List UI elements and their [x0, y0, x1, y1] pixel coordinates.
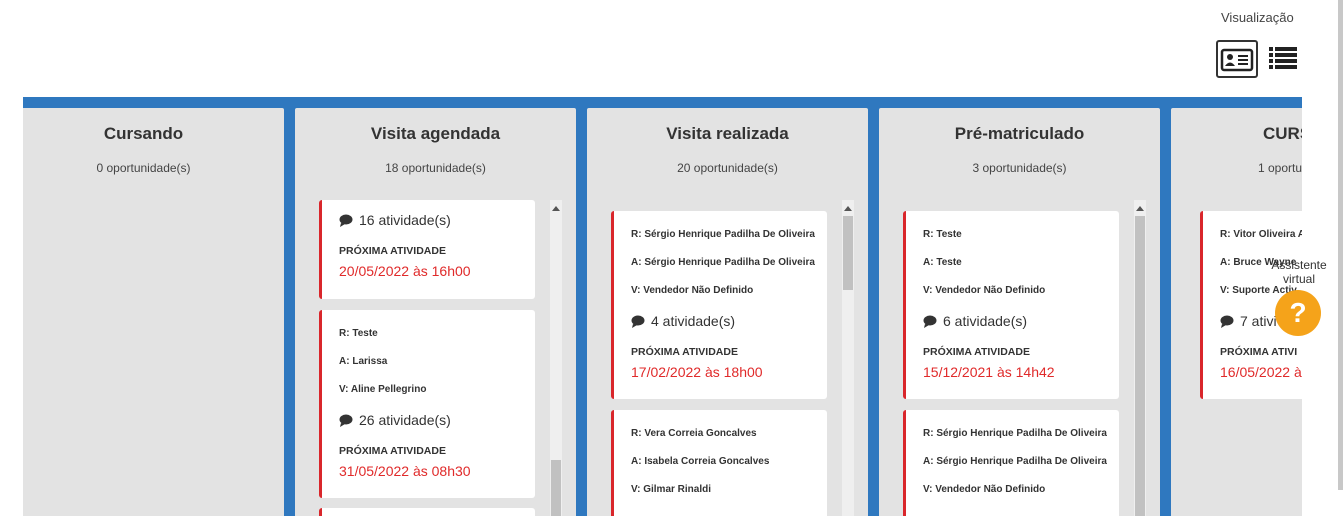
comment-icon: [339, 214, 353, 227]
seller-line: V: Gilmar Rinaldi: [631, 484, 712, 495]
scroll-thumb[interactable]: [843, 216, 853, 290]
page-scrollbar[interactable]: [1338, 0, 1343, 490]
responsible-line: R: Sérgio Henrique Padilha De Oliveira: [631, 229, 815, 240]
help-icon[interactable]: ?: [1275, 290, 1321, 336]
seller-line: V: Vendedor Não Definido: [923, 484, 1046, 495]
opportunity-card[interactable]: R: Sérgio Henrique Padilha De Oliveira A…: [903, 410, 1119, 516]
student-line: A: Larissa: [339, 356, 388, 367]
next-activity-date: 31/05/2022 às 08h30: [339, 463, 471, 479]
comment-icon: [631, 315, 645, 328]
student-line: A: Sérgio Henrique Padilha De Oliveira: [923, 456, 1107, 467]
responsible-line: R: Vitor Oliveira A: [1220, 229, 1302, 240]
column-count: 20 oportunidade(s): [677, 161, 778, 175]
student-line: A: Isabela Correia Goncalves: [631, 456, 770, 467]
responsible-line: R: Teste: [923, 229, 962, 240]
responsible-line: R: Teste: [339, 328, 378, 339]
next-activity-label: PRÓXIMA ATIVIDADE: [339, 245, 446, 257]
next-activity-label: PRÓXIMA ATIVIDADE: [339, 445, 446, 457]
column-scrollbar[interactable]: [550, 200, 562, 516]
seller-line: V: Aline Pellegrino: [339, 384, 427, 395]
opportunity-card[interactable]: R: Teste A: Teste V: Vendedor Não Defini…: [903, 211, 1119, 399]
opportunity-card[interactable]: [319, 508, 535, 516]
seller-line: V: Vendedor Não Definido: [631, 285, 754, 296]
column-scrollbar[interactable]: [1134, 200, 1146, 516]
seller-line: V: Vendedor Não Definido: [923, 285, 1046, 296]
scroll-up-arrow[interactable]: [844, 206, 852, 211]
card-view-button[interactable]: [1216, 40, 1258, 78]
scroll-thumb[interactable]: [1135, 216, 1145, 516]
column-count: 1 oportu: [1258, 161, 1302, 175]
next-activity-date: 15/12/2021 às 14h42: [923, 364, 1055, 380]
visualization-label: Visualização: [1221, 10, 1294, 25]
comment-icon: [1220, 315, 1234, 328]
column-title: CURS: [1263, 124, 1302, 143]
assistant-label-line1: Assistente: [1271, 258, 1327, 272]
column-title: Visita realizada: [666, 124, 789, 143]
contact-card-icon: [1220, 48, 1254, 72]
column-title: Cursando: [103, 124, 184, 143]
column-scrollbar[interactable]: [842, 200, 854, 516]
next-activity-date: 20/05/2022 às 16h00: [339, 263, 471, 279]
activity-count: 4 atividade(s): [631, 313, 735, 329]
comment-icon: [339, 414, 353, 427]
opportunity-card[interactable]: R: Teste A: Larissa V: Aline Pellegrino …: [319, 310, 535, 498]
column-count: 3 oportunidade(s): [972, 161, 1067, 175]
responsible-line: R: Sérgio Henrique Padilha De Oliveira: [923, 428, 1107, 439]
list-view-button[interactable]: [1266, 40, 1308, 78]
column-pre-matriculado: Pré-matriculado 3 oportunidade(s) R: Tes…: [879, 108, 1160, 516]
list-icon: [1269, 47, 1297, 69]
activity-count: 7 ativi: [1220, 313, 1277, 329]
column-visita-agendada: Visita agendada 18 oportunidade(s) 16 at…: [295, 108, 576, 516]
next-activity-date: 16/05/2022 à: [1220, 364, 1302, 380]
responsible-line: R: Vera Correia Goncalves: [631, 428, 757, 439]
column-title: Visita agendada: [370, 124, 501, 143]
opportunity-card[interactable]: 16 atividade(s) PRÓXIMA ATIVIDADE 20/05/…: [319, 200, 535, 299]
next-activity-date: 17/02/2022 às 18h00: [631, 364, 763, 380]
student-line: A: Sérgio Henrique Padilha De Oliveira: [631, 257, 815, 268]
next-activity-label: PRÓXIMA ATIVIDADE: [923, 346, 1030, 358]
activity-count: 16 atividade(s): [339, 212, 451, 228]
scroll-up-arrow[interactable]: [1136, 206, 1144, 211]
next-activity-label: PRÓXIMA ATIVIDADE: [631, 346, 738, 358]
column-cursando: Cursando 0 oportunidade(s): [23, 108, 284, 516]
scroll-thumb[interactable]: [551, 460, 561, 516]
opportunity-card[interactable]: R: Sérgio Henrique Padilha De Oliveira A…: [611, 211, 827, 399]
activity-count: 26 atividade(s): [339, 412, 451, 428]
virtual-assistant-label: Assistente virtual: [1267, 258, 1331, 286]
opportunity-card[interactable]: R: Vera Correia Goncalves A: Isabela Cor…: [611, 410, 827, 516]
next-activity-label: PRÓXIMA ATIVI: [1220, 346, 1298, 358]
kanban-board: Cursando 0 oportunidade(s) Visita agenda…: [23, 97, 1302, 516]
activity-count: 6 atividade(s): [923, 313, 1027, 329]
scroll-up-arrow[interactable]: [552, 206, 560, 211]
column-count: 18 oportunidade(s): [385, 161, 486, 175]
column-visita-realizada: Visita realizada 20 oportunidade(s) R: S…: [587, 108, 868, 516]
column-count: 0 oportunidade(s): [96, 161, 191, 175]
comment-icon: [923, 315, 937, 328]
student-line: A: Teste: [923, 257, 962, 268]
column-title: Pré-matriculado: [954, 124, 1085, 143]
assistant-label-line2: virtual: [1282, 272, 1315, 286]
